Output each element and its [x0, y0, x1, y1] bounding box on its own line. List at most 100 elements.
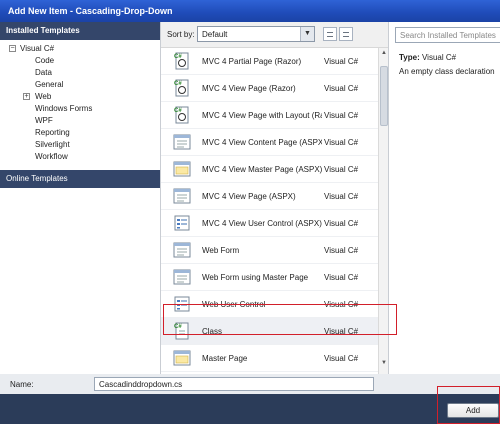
template-item-language: Visual C#	[324, 327, 359, 336]
template-item-name: MVC 4 View Master Page (ASPX)	[202, 165, 322, 174]
svg-text:C#: C#	[174, 54, 182, 60]
sort-toolbar: Sort by: Default ▼	[161, 22, 388, 48]
template-item-list: C# MVC 4 Partial Page (Razor) Visual C# C# M…	[161, 48, 378, 374]
tree-item-label: General	[35, 80, 64, 89]
template-item-language: Visual C#	[324, 111, 359, 120]
chevron-down-icon[interactable]: ▼	[300, 27, 314, 41]
type-label: Type:	[399, 53, 420, 62]
scrollbar-thumb[interactable]	[380, 66, 388, 126]
window-title: Add New Item - Cascading-Drop-Down	[0, 0, 500, 22]
template-item[interactable]: MVC 4 View Page (ASPX) Visual C#	[161, 183, 378, 210]
template-item[interactable]: Master Page Visual C#	[161, 345, 378, 372]
tree-item-label: Data	[35, 68, 52, 77]
tree-item-label: Visual C#	[20, 44, 55, 53]
template-type: Type: Visual C#	[399, 53, 456, 62]
name-bar: Name: Cascadinddropdown.cs	[0, 374, 500, 394]
master-page-icon	[173, 349, 191, 367]
template-item-name: MVC 4 View Page (Razor)	[202, 84, 296, 93]
template-item[interactable]: C# Class Visual C#	[161, 318, 378, 345]
tree-item-wpf[interactable]: WPF	[0, 115, 160, 127]
template-item[interactable]: Web Form using Master Page Visual C#	[161, 264, 378, 291]
tree-item-workflow[interactable]: Workflow	[0, 151, 160, 163]
sort-by-value: Default	[202, 30, 228, 39]
medium-icons-view-button[interactable]	[339, 27, 353, 41]
template-item-name: Web Form	[202, 246, 240, 255]
template-item-language: Visual C#	[324, 219, 359, 228]
template-item[interactable]: C# MVC 4 View Page (Razor) Visual C#	[161, 75, 378, 102]
class-icon: C#	[173, 322, 191, 340]
user-control-icon	[173, 295, 191, 313]
template-item[interactable]: Web Form Visual C#	[161, 237, 378, 264]
template-list-pane: Sort by: Default ▼ C# MVC 4 Partial Page …	[160, 22, 389, 374]
template-category-tree: − Visual C# Code Data General + Web Windows For…	[0, 40, 160, 163]
template-item-language: Visual C#	[324, 273, 359, 282]
template-description: An empty class declaration	[399, 67, 495, 76]
templates-tree-pane: Installed Templates − Visual C# Code Data Ge…	[0, 22, 160, 374]
type-value: Visual C#	[421, 53, 457, 62]
web-form-icon	[173, 241, 191, 259]
template-details-pane: Search Installed Templates Type: Visual …	[388, 22, 500, 374]
template-item[interactable]: MVC 4 View User Control (ASPX) Visual C#	[161, 210, 378, 237]
collapse-icon[interactable]: −	[9, 45, 16, 52]
template-item-name: Web Form using Master Page	[202, 273, 309, 282]
template-item-language: Visual C#	[324, 165, 359, 174]
scroll-up-icon[interactable]: ▲	[380, 50, 388, 62]
template-item[interactable]: C# MVC 4 Partial Page (Razor) Visual C#	[161, 48, 378, 75]
tree-item-label: WPF	[35, 116, 53, 125]
online-templates-header[interactable]: Online Templates	[0, 170, 160, 188]
template-item-language: Visual C#	[324, 192, 359, 201]
template-item-language: Visual C#	[324, 138, 359, 147]
master-page-icon	[173, 160, 191, 178]
template-item[interactable]: MVC 4 View Content Page (ASPX) Visual C#	[161, 129, 378, 156]
template-item-name: MVC 4 View Content Page (ASPX)	[202, 138, 322, 147]
aspx-page-icon	[173, 133, 191, 151]
template-item[interactable]: Web User Control Visual C#	[161, 291, 378, 318]
tree-item-label: Workflow	[35, 152, 68, 161]
template-item-language: Visual C#	[324, 246, 359, 255]
template-item-name: Master Page	[202, 354, 248, 363]
svg-text:C#: C#	[174, 108, 182, 114]
razor-page-icon: C#	[173, 79, 191, 97]
template-item[interactable]: MVC 4 View Master Page (ASPX) Visual C#	[161, 156, 378, 183]
razor-page-icon: C#	[173, 52, 191, 70]
search-installed-templates-input[interactable]: Search Installed Templates	[395, 27, 500, 43]
svg-text:C#: C#	[174, 81, 182, 87]
tree-item-data[interactable]: Data	[0, 67, 160, 79]
tree-item-label: Silverlight	[35, 140, 70, 149]
svg-text:C#: C#	[174, 324, 182, 330]
tree-item-label: Code	[35, 56, 55, 65]
add-button[interactable]: Add	[447, 403, 499, 418]
tree-item-reporting[interactable]: Reporting	[0, 127, 160, 139]
dialog-footer: Add	[0, 394, 500, 424]
tree-item-web[interactable]: + Web	[0, 91, 160, 103]
sort-by-select[interactable]: Default ▼	[197, 26, 315, 42]
user-control-icon	[173, 214, 191, 232]
installed-templates-header: Installed Templates	[0, 22, 160, 40]
tree-item-windows-forms[interactable]: Windows Forms	[0, 103, 160, 115]
template-item-language: Visual C#	[324, 84, 359, 93]
name-label: Name:	[10, 380, 34, 389]
template-item[interactable]: C# MVC 4 View Page with Layout (Ra... Visu…	[161, 102, 378, 129]
tree-item-label: Windows Forms	[35, 104, 93, 113]
tree-item-label: Reporting	[35, 128, 70, 137]
template-item-language: Visual C#	[324, 57, 359, 66]
template-item-name: MVC 4 View Page (ASPX)	[202, 192, 296, 201]
template-item-language: Visual C#	[324, 354, 359, 363]
tree-item-label: Web	[35, 92, 52, 101]
tree-item-visual-c-[interactable]: − Visual C#	[0, 43, 160, 55]
file-name-input[interactable]: Cascadinddropdown.cs	[94, 377, 374, 391]
template-item-name: MVC 4 Partial Page (Razor)	[202, 57, 302, 66]
template-item-name: MVC 4 View User Control (ASPX)	[202, 219, 322, 228]
scroll-down-icon[interactable]: ▼	[380, 360, 388, 372]
tree-item-general[interactable]: General	[0, 79, 160, 91]
template-item-language: Visual C#	[324, 300, 359, 309]
sort-by-label: Sort by:	[167, 30, 195, 39]
expand-icon[interactable]: +	[23, 93, 30, 100]
tree-item-silverlight[interactable]: Silverlight	[0, 139, 160, 151]
small-icons-view-button[interactable]	[323, 27, 337, 41]
template-item-name: MVC 4 View Page with Layout (Ra...	[202, 111, 322, 120]
template-item-name: Web User Control	[202, 300, 266, 309]
tree-item-code[interactable]: Code	[0, 55, 160, 67]
template-item-name: Class	[202, 327, 223, 336]
razor-page-icon: C#	[173, 106, 191, 124]
